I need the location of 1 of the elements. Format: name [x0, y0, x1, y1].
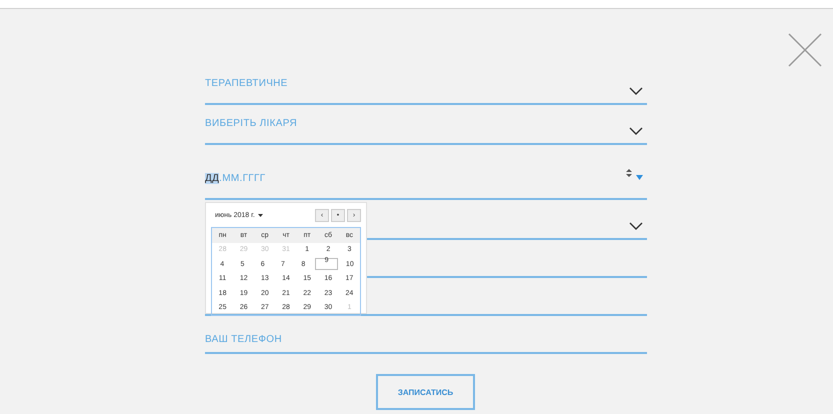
date-value: ДД.ММ.ГГГГ: [205, 173, 266, 184]
